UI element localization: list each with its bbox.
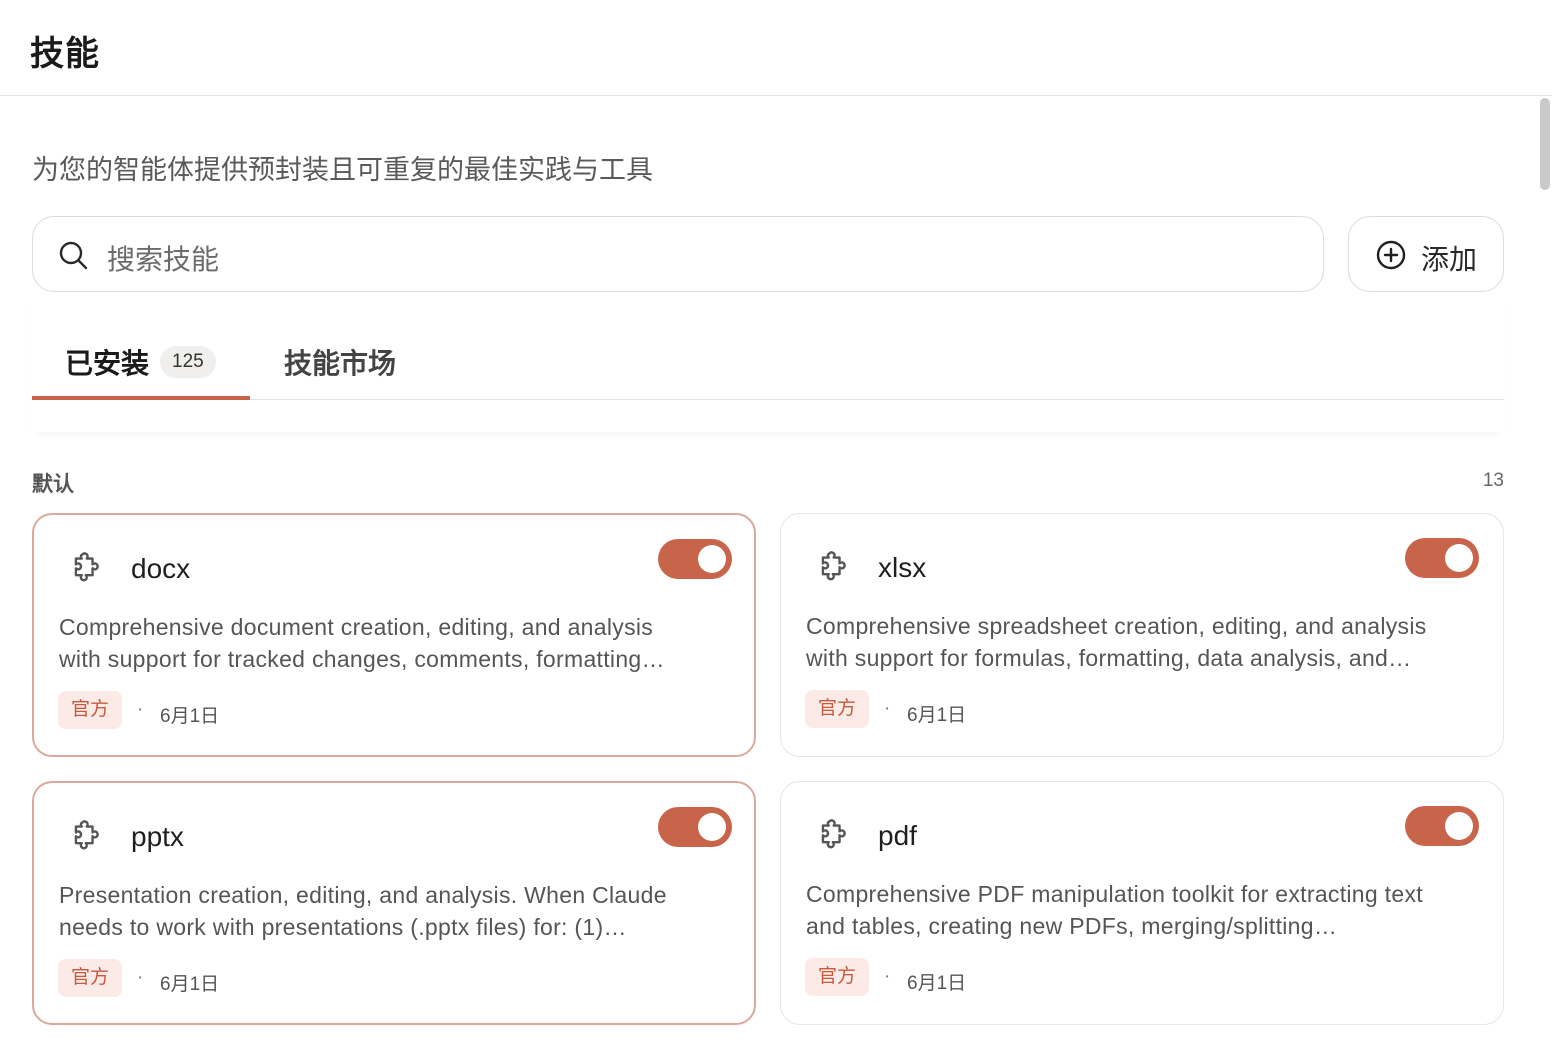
tab-installed[interactable]: 已安装 125 [32,332,250,400]
skill-name: pptx [131,821,184,852]
skill-description-line: with support for tracked changes, commen… [59,646,665,672]
skill-name: xlsx [878,552,927,583]
skill-date: 6月1日 [160,974,220,995]
meta-separator: · [884,698,891,719]
official-badge: 官方 [805,958,869,996]
skill-name: pdf [878,820,917,851]
add-skill-button[interactable]: 添加 [1348,216,1504,292]
tabs-panel: 已安装 125 技能市场 [32,292,1504,432]
skill-description: Comprehensive PDF manipulation toolkit f… [806,878,1476,942]
plus-circle-icon [1376,240,1406,270]
skill-enable-toggle[interactable] [658,539,732,579]
skill-enable-toggle[interactable] [1405,806,1479,846]
scrollbar[interactable] [1538,96,1552,1044]
section-header: 默认 13 [32,466,1504,498]
skill-enable-toggle[interactable] [1405,538,1479,578]
scrollbar-thumb[interactable] [1540,98,1550,190]
skill-date: 6月1日 [907,705,967,726]
official-badge: 官方 [805,690,869,728]
skill-description: Comprehensive document creation, editing… [59,611,729,675]
tab-installed-count-badge: 125 [160,346,216,378]
add-button-label: 添加 [1421,244,1478,275]
skill-description-line: Comprehensive document creation, editing… [59,614,654,640]
skill-card-pptx[interactable]: pptx Presentation creation, editing, and… [32,781,756,1025]
tab-bar: 已安装 125 技能市场 [32,292,1504,400]
skill-description-line: and tables, creating new PDFs, merging/s… [806,913,1338,939]
section-title: 默认 [32,473,74,496]
meta-separator: · [884,966,891,987]
puzzle-icon [74,820,99,850]
skill-date: 6月1日 [160,706,220,727]
search-placeholder: 搜索技能 [107,244,220,275]
skills-window: 技能 为您的智能体提供预封装且可重复的最佳实践与工具 搜索技能 添加 已安装 1… [0,0,1552,1044]
header: 技能 [0,0,1552,96]
toggle-knob [1445,812,1473,840]
puzzle-icon [821,551,846,581]
search-input[interactable]: 搜索技能 [32,216,1324,292]
puzzle-icon [74,552,99,582]
page-title: 技能 [30,35,100,73]
search-icon [59,241,88,270]
skill-card-xlsx[interactable]: xlsx Comprehensive spreadsheet creation,… [780,513,1504,757]
skill-card-docx[interactable]: docx Comprehensive document creation, ed… [32,513,756,757]
official-badge: 官方 [58,959,122,997]
skill-description-line: with support for formulas, formatting, d… [806,645,1412,671]
skill-description-line: Comprehensive PDF manipulation toolkit f… [806,881,1423,907]
meta-separator: · [137,967,144,988]
skill-description-line: Comprehensive spreadsheet creation, edit… [806,613,1427,639]
meta-separator: · [137,699,144,720]
skill-date: 6月1日 [907,973,967,994]
official-badge: 官方 [58,691,122,729]
section-count: 13 [1482,470,1504,491]
skill-enable-toggle[interactable] [658,807,732,847]
skill-description-line: needs to work with presentations (.pptx … [59,914,627,940]
skill-description: Comprehensive spreadsheet creation, edit… [806,610,1476,674]
page-subtitle: 为您的智能体提供预封装且可重复的最佳实践与工具 [32,155,653,185]
toggle-knob [1445,544,1473,572]
skill-description-line: Presentation creation, editing, and anal… [59,882,667,908]
toggle-knob [698,545,726,573]
skill-description: Presentation creation, editing, and anal… [59,879,729,943]
skill-card-pdf[interactable]: pdf Comprehensive PDF manipulation toolk… [780,781,1504,1025]
skill-name: docx [131,553,191,584]
puzzle-icon [821,819,846,849]
tab-installed-label: 已安装 [65,348,150,379]
tab-marketplace[interactable]: 技能市场 [284,342,396,382]
toggle-knob [698,813,726,841]
